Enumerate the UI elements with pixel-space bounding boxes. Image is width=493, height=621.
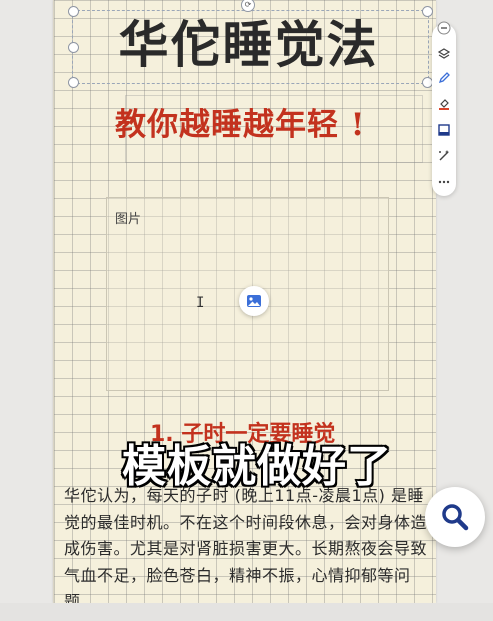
- bottom-bar: [0, 603, 493, 621]
- search-fab-button[interactable]: [425, 487, 485, 547]
- resize-handle-bottom-left[interactable]: [68, 77, 79, 88]
- image-placeholder[interactable]: 图片: [106, 197, 389, 391]
- resize-handle-top-right[interactable]: [422, 6, 433, 17]
- text-cursor-icon: I: [196, 295, 205, 311]
- frame-icon[interactable]: [434, 120, 454, 140]
- pen-icon[interactable]: [434, 68, 454, 88]
- insert-image-icon[interactable]: [239, 286, 269, 316]
- body-paragraph[interactable]: 华佗认为，每天的子时 (晚上11点-凌晨1点) 是睡觉的最佳时机。不在这个时间段…: [64, 483, 434, 616]
- image-placeholder-label: 图片: [115, 212, 142, 227]
- side-toolbar: [432, 21, 456, 196]
- search-icon: [442, 504, 469, 531]
- more-icon[interactable]: [434, 172, 454, 192]
- collapse-icon[interactable]: [434, 18, 454, 38]
- layers-icon[interactable]: [434, 44, 454, 64]
- magic-tools-icon[interactable]: [434, 146, 454, 166]
- document-title[interactable]: 华佗睡觉法: [76, 12, 421, 78]
- document-subtitle[interactable]: 教你越睡越年轻 !: [115, 102, 445, 148]
- fill-color-icon[interactable]: [434, 94, 454, 114]
